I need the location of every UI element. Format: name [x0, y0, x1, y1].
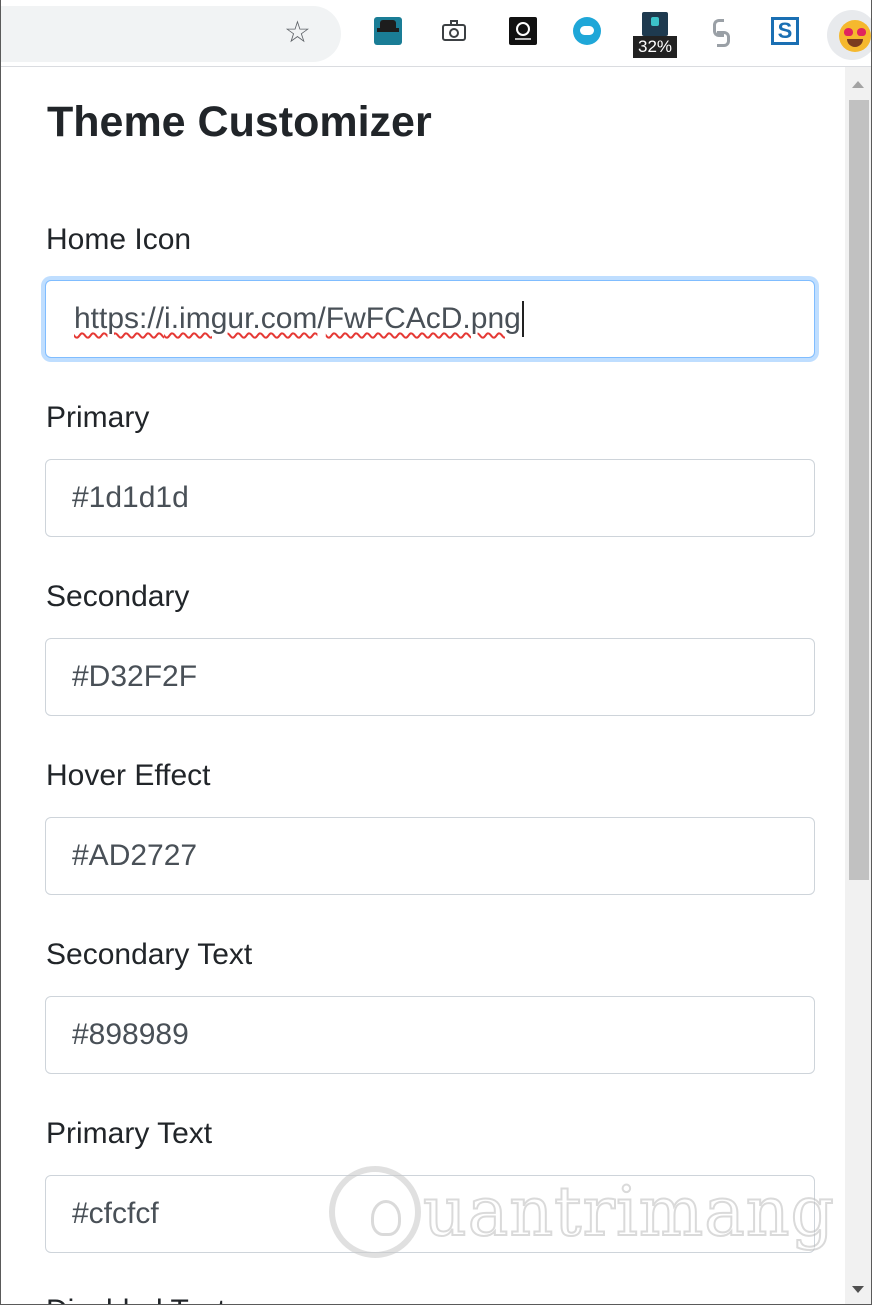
spy-extension-icon[interactable] [374, 17, 402, 45]
hover-effect-label: Hover Effect [46, 759, 211, 792]
camera-icon[interactable] [441, 17, 469, 45]
browser-toolbar: ☆ 32% S [1, 0, 871, 66]
screen-recorder-icon[interactable] [509, 17, 537, 45]
s-extension-icon[interactable]: S [771, 17, 799, 45]
secondary-text-label: Secondary Text [46, 938, 253, 971]
home-icon-value: https://i.imgur.com/FwFCAcD.png [74, 301, 524, 337]
primary-color-input[interactable] [45, 459, 815, 537]
hover-effect-color-input[interactable] [45, 817, 815, 895]
primary-text-color-input[interactable] [45, 1175, 815, 1253]
toolbar-divider [1, 66, 871, 67]
scrollbar-thumb[interactable] [849, 100, 869, 880]
battery-percent-badge: 32% [633, 36, 677, 58]
text-caret [521, 301, 524, 337]
bookmark-star-icon[interactable]: ☆ [284, 16, 311, 50]
secondary-text-color-input[interactable] [45, 996, 815, 1074]
hook-extension-icon[interactable] [707, 17, 735, 47]
scroll-up-arrow-icon[interactable] [852, 81, 864, 88]
vertical-scrollbar[interactable] [845, 67, 871, 1304]
home-icon-label: Home Icon [46, 223, 192, 256]
secondary-color-input[interactable] [45, 638, 815, 716]
page-title: Theme Customizer [47, 98, 432, 146]
scroll-down-arrow-icon[interactable] [852, 1286, 864, 1293]
primary-text-label: Primary Text [46, 1117, 213, 1150]
cloud-sync-icon[interactable] [573, 17, 601, 45]
browser-popup: ☆ 32% S Theme Customizer Home Icon https… [0, 0, 872, 1305]
heart-eyes-emoji-icon[interactable] [827, 10, 871, 60]
home-icon-input[interactable]: https://i.imgur.com/FwFCAcD.png [45, 280, 815, 358]
secondary-label: Secondary [46, 580, 190, 613]
disabled-text-label: Disabled Text [46, 1293, 226, 1304]
battery-status-icon[interactable]: 32% [633, 12, 677, 60]
primary-label: Primary [46, 401, 150, 434]
